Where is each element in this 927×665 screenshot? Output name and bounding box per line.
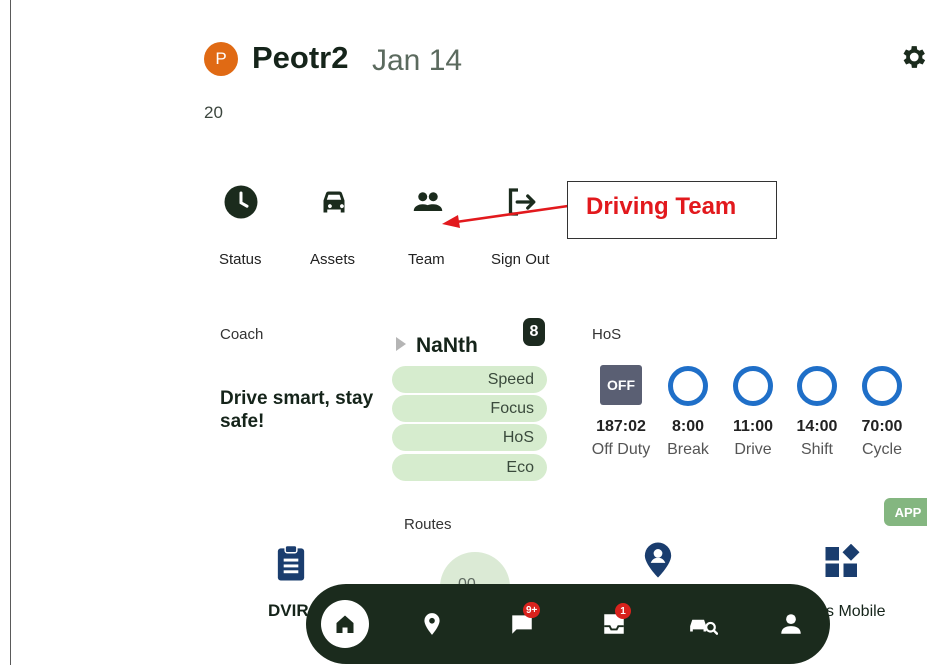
nav-home-button[interactable]: [321, 600, 369, 648]
cycle-ring: [862, 366, 902, 406]
drive-ring: [733, 366, 773, 406]
hos-off-duty-label: Off Duty: [591, 441, 651, 458]
routes-title: Routes: [404, 516, 452, 533]
gear-icon[interactable]: [898, 42, 927, 72]
coach-category-focus: Focus: [392, 395, 547, 422]
hos-break-label: Break: [667, 441, 709, 458]
quick-action-sign-out[interactable]: Sign Out: [491, 251, 549, 268]
car-icon[interactable]: [316, 184, 352, 220]
left-border: [10, 0, 11, 665]
coach-category-speed: Speed: [392, 366, 547, 393]
header-date: Jan 14: [372, 44, 463, 77]
avatar[interactable]: P: [204, 42, 238, 76]
dvir-label[interactable]: DVIR: [268, 601, 309, 621]
break-ring: [668, 366, 708, 406]
caret-right-icon[interactable]: [395, 336, 407, 352]
hos-title: HoS: [592, 326, 622, 343]
hos-shift-value: 14:00: [796, 418, 838, 435]
quick-action-assets[interactable]: Assets: [310, 251, 355, 268]
hos-cycle-value: 70:00: [861, 418, 903, 435]
hos-drive-label: Drive: [734, 441, 772, 458]
header-year: 20: [204, 103, 223, 122]
hos-shift-label: Shift: [800, 441, 833, 458]
coach-message: Drive smart, stay safe!: [220, 388, 374, 432]
inbox-badge: 1: [615, 603, 631, 619]
app-tag[interactable]: APP: [884, 498, 927, 526]
shift-ring: [797, 366, 837, 406]
quick-action-team[interactable]: Team: [408, 251, 445, 268]
hos-off-duty-value: 187:02: [596, 418, 646, 435]
nav-location-icon[interactable]: [419, 611, 445, 637]
duty-status-badge[interactable]: OFF: [600, 365, 642, 405]
coach-title: Coach: [220, 326, 264, 343]
hos-drive-value: 11:00: [732, 418, 774, 435]
coach-badge: 8: [523, 318, 545, 346]
hos-cycle-label: Cycle: [861, 441, 902, 458]
coach-category-eco: Eco: [392, 454, 547, 481]
nav-profile-icon[interactable]: [778, 611, 804, 637]
coach-category-hos: HoS: [392, 424, 547, 451]
mobile-label[interactable]: s Mobile: [826, 603, 886, 621]
apps-grid-icon[interactable]: [824, 544, 860, 580]
home-icon: [336, 615, 354, 633]
bottom-nav: [306, 584, 830, 664]
quick-action-status[interactable]: Status: [219, 251, 262, 268]
location-pin-icon[interactable]: [643, 541, 673, 579]
coach-score: NaNth: [416, 334, 478, 357]
hos-break-value: 8:00: [671, 418, 705, 435]
callout-text: Driving Team: [586, 193, 737, 220]
username: Peotr2: [252, 40, 349, 75]
clipboard-icon[interactable]: [276, 544, 306, 582]
callout-arrow: [442, 204, 569, 228]
clock-icon[interactable]: [223, 184, 259, 220]
nav-vehicle-search-icon[interactable]: [688, 611, 718, 637]
